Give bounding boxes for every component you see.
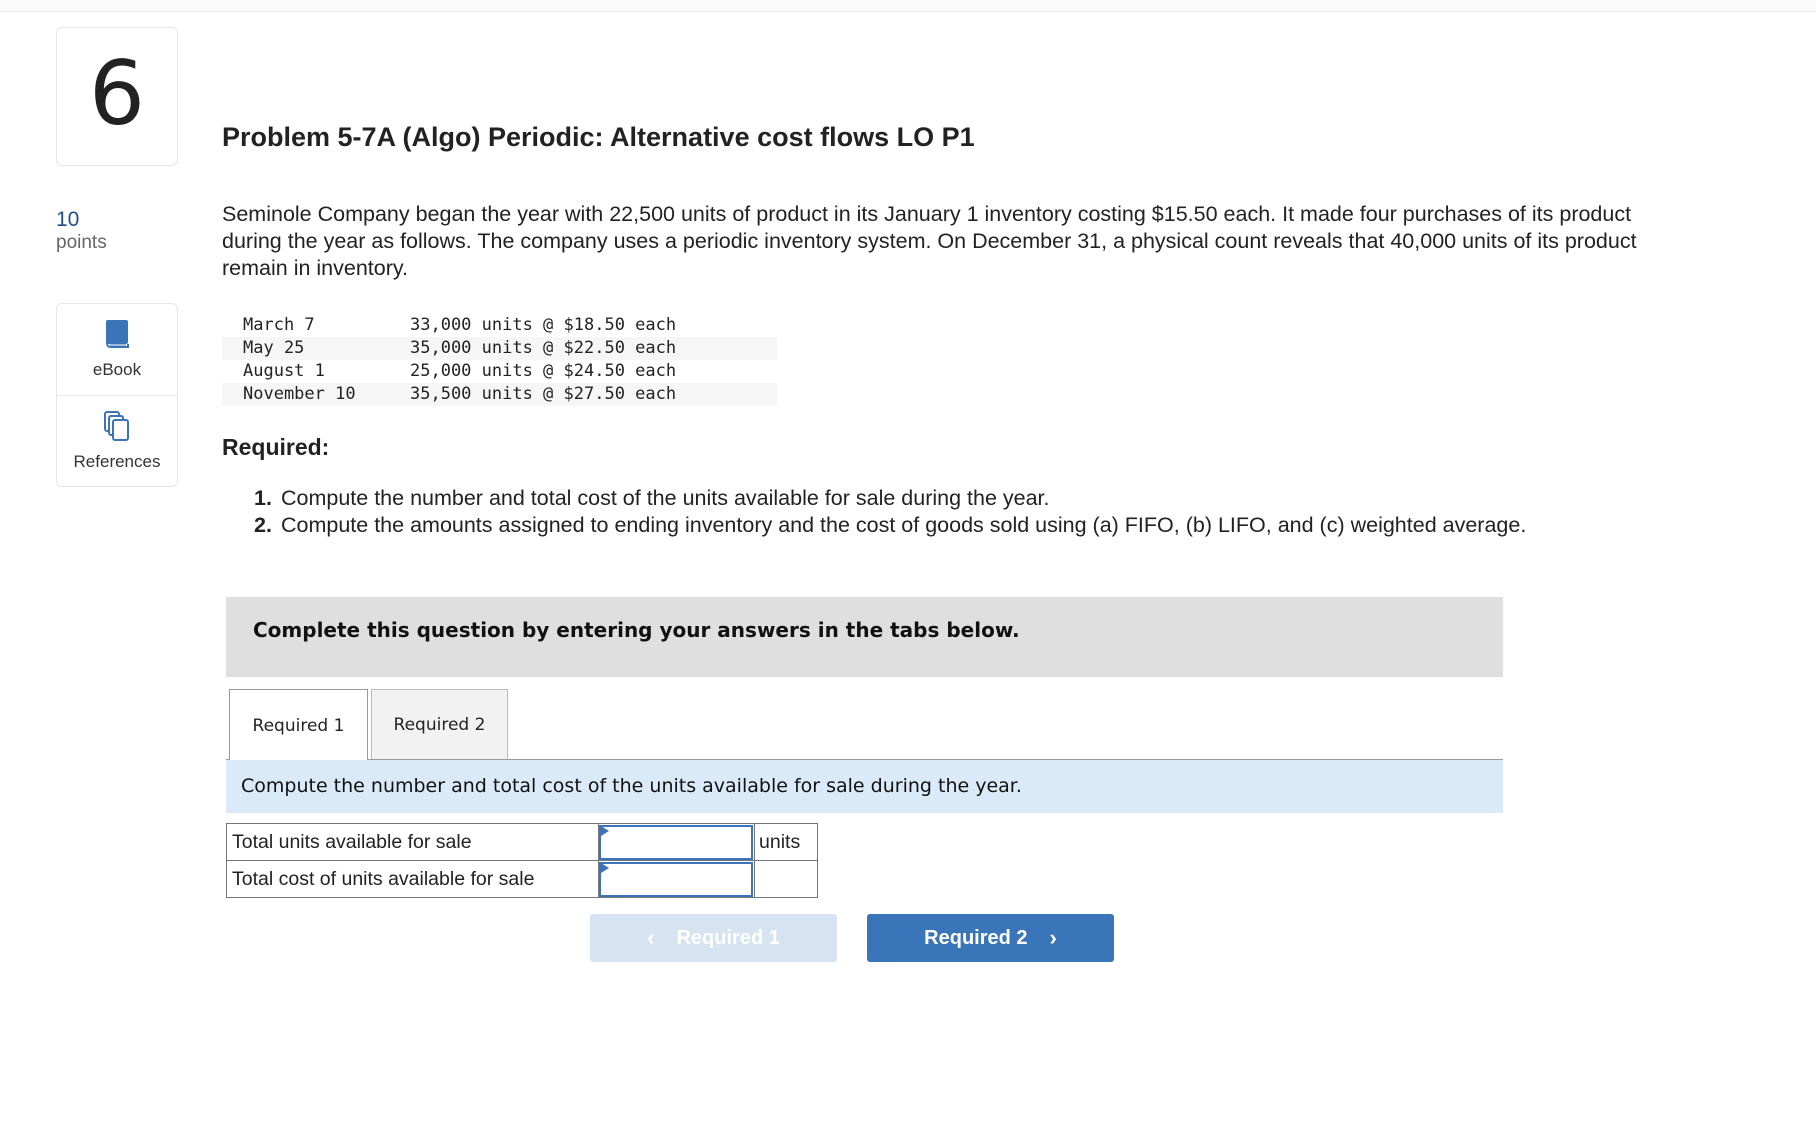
references-label: References xyxy=(73,451,161,471)
total-units-input[interactable] xyxy=(599,824,753,860)
purchase-detail: 35,000 units @ $22.50 each xyxy=(410,338,677,358)
tab-instruction: Compute the number and total cost of the… xyxy=(226,760,1503,813)
chevron-left-icon: ‹ xyxy=(647,925,655,950)
prev-required-button[interactable]: ‹ Required 1 xyxy=(590,914,837,962)
book-icon xyxy=(104,319,130,354)
question-number-box: 6 xyxy=(56,27,178,166)
tab-required-1[interactable]: Required 1 xyxy=(229,689,368,761)
tools-panel: eBook References xyxy=(56,303,178,487)
purchase-date: November 10 xyxy=(243,384,356,404)
purchase-date: August 1 xyxy=(243,361,325,381)
problem-title: Problem 5-7A (Algo) Periodic: Alternativ… xyxy=(222,122,975,152)
instruction-banner-text: Complete this question by entering your … xyxy=(253,618,1020,642)
copy-pages-icon xyxy=(103,410,131,446)
ebook-button[interactable]: eBook xyxy=(57,304,177,395)
problem-intro: Seminole Company began the year with 22,… xyxy=(222,202,1637,280)
required-heading: Required: xyxy=(222,434,330,460)
answer-tabs: Required 1 Required 2 xyxy=(229,689,508,761)
points-value: 10 xyxy=(56,208,80,231)
required-item-number: 1. xyxy=(254,486,272,510)
prev-button-label: Required 1 xyxy=(676,926,780,949)
purchase-row: November 10 35,500 units @ $27.50 each xyxy=(222,383,777,406)
unit-label: units xyxy=(754,823,818,861)
row-label: Total units available for sale xyxy=(226,823,599,861)
required-item-number: 2. xyxy=(254,513,272,537)
table-row: Total units available for sale units xyxy=(226,823,818,861)
purchase-detail: 35,500 units @ $27.50 each xyxy=(410,384,677,404)
table-row: Total cost of units available for sale xyxy=(226,860,818,898)
total-cost-input[interactable] xyxy=(599,861,753,897)
instruction-banner: Complete this question by entering your … xyxy=(226,597,1503,677)
purchase-detail: 25,000 units @ $24.50 each xyxy=(410,361,677,381)
top-bar xyxy=(0,0,1816,12)
answer-cell xyxy=(598,860,755,898)
question-number: 6 xyxy=(89,41,145,145)
purchase-date: March 7 xyxy=(243,315,315,335)
answer-table: Total units available for sale units Tot… xyxy=(226,823,818,898)
row-label: Total cost of units available for sale xyxy=(226,860,599,898)
purchase-row: March 7 33,000 units @ $18.50 each xyxy=(222,314,777,337)
input-flag-icon xyxy=(601,826,609,836)
purchase-row: August 1 25,000 units @ $24.50 each xyxy=(222,360,777,383)
next-button-label: Required 2 xyxy=(924,926,1028,949)
next-required-button[interactable]: Required 2 › xyxy=(867,914,1114,962)
required-item: 1. Compute the number and total cost of … xyxy=(254,485,1584,512)
required-item: 2. Compute the amounts assigned to endin… xyxy=(254,512,1584,539)
tab-required-2[interactable]: Required 2 xyxy=(371,689,508,760)
required-list: 1. Compute the number and total cost of … xyxy=(254,485,1584,539)
tab-instruction-text: Compute the number and total cost of the… xyxy=(241,775,1022,797)
points-info: 10 points xyxy=(56,207,107,255)
purchase-row: May 25 35,000 units @ $22.50 each xyxy=(222,337,777,360)
references-button[interactable]: References xyxy=(57,395,177,486)
purchases-table: March 7 33,000 units @ $18.50 each May 2… xyxy=(222,314,777,406)
required-item-text: Compute the amounts assigned to ending i… xyxy=(281,513,1527,537)
purchase-detail: 33,000 units @ $18.50 each xyxy=(410,315,677,335)
points-label: points xyxy=(56,232,107,254)
unit-label xyxy=(754,860,818,898)
required-item-text: Compute the number and total cost of the… xyxy=(281,486,1050,510)
purchase-date: May 25 xyxy=(243,338,305,358)
input-flag-icon xyxy=(601,863,609,873)
chevron-right-icon: › xyxy=(1049,925,1057,950)
ebook-label: eBook xyxy=(92,360,142,379)
answer-cell xyxy=(598,823,755,861)
